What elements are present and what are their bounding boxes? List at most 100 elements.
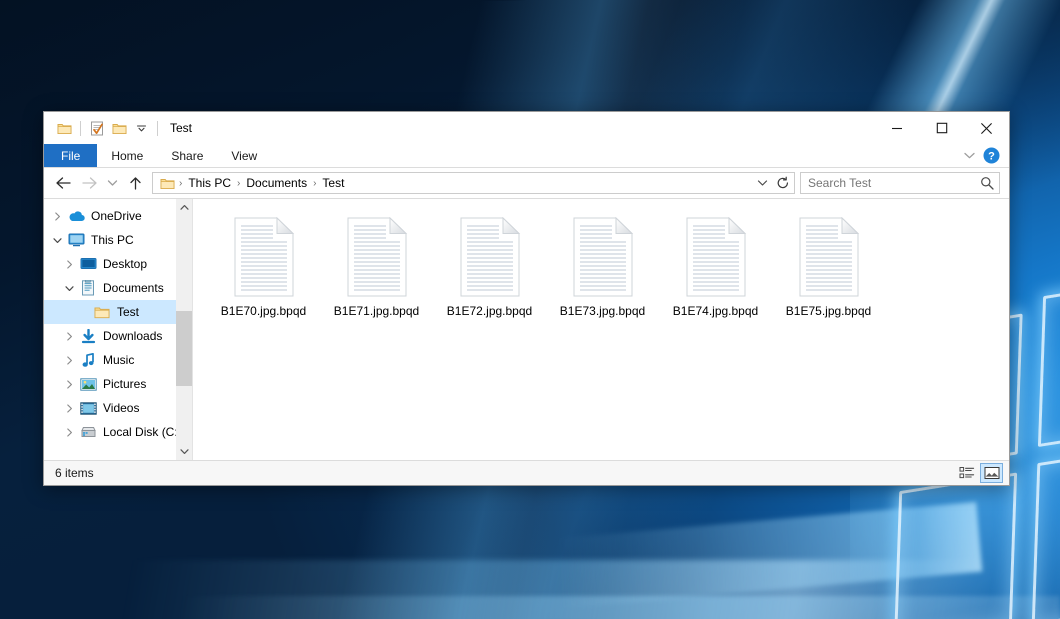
sidebar-item-label: Pictures (103, 377, 146, 391)
scrollbar-track[interactable] (176, 216, 192, 443)
close-button[interactable] (964, 112, 1009, 144)
videos-filmstrip-icon (78, 400, 98, 416)
chevron-right-icon[interactable] (60, 372, 78, 396)
sidebar-item-documents[interactable]: Documents (44, 276, 192, 300)
customize-quick-access-chevron-icon[interactable] (130, 117, 152, 139)
qat-separator-1 (80, 121, 81, 136)
forward-button[interactable] (76, 171, 102, 195)
chevron-right-icon[interactable] (48, 204, 66, 228)
sidebar-item-local-disk-c[interactable]: Local Disk (C:) (44, 420, 192, 444)
explorer-body: OneDrive This PCDesktop Documents Test Downl… (44, 198, 1009, 460)
sidebar-item-label: Documents (103, 281, 164, 295)
sidebar-item-pictures[interactable]: Pictures (44, 372, 192, 396)
address-dropdown-chevron-icon[interactable] (752, 179, 772, 187)
file-item[interactable]: B1E75.jpg.bpqd (772, 213, 885, 333)
scroll-up-arrow-icon[interactable] (176, 199, 192, 216)
onedrive-cloud-icon (66, 208, 86, 224)
breadcrumb-separator[interactable]: › (311, 178, 318, 189)
sidebar-item-label: Videos (103, 401, 139, 415)
chevron-right-icon[interactable] (60, 420, 78, 444)
pictures-icon (78, 376, 98, 392)
maximize-button[interactable] (919, 112, 964, 144)
back-button[interactable] (50, 171, 76, 195)
folder-icon[interactable] (53, 117, 75, 139)
file-name-label: B1E74.jpg.bpqd (673, 304, 758, 318)
expand-ribbon-chevron-icon[interactable] (963, 151, 976, 160)
desktop: Test File Home Share View (0, 0, 1060, 619)
ribbon-right-controls: ? (963, 144, 1009, 167)
properties-icon[interactable] (86, 117, 108, 139)
file-item[interactable]: B1E71.jpg.bpqd (320, 213, 433, 333)
sidebar-item-label: OneDrive (91, 209, 142, 223)
file-item[interactable]: B1E74.jpg.bpqd (659, 213, 772, 333)
qat-separator-2 (157, 121, 158, 136)
file-item[interactable]: B1E72.jpg.bpqd (433, 213, 546, 333)
address-bar[interactable]: › This PC › Documents › Test (152, 172, 795, 194)
recent-locations-chevron-icon[interactable] (102, 171, 122, 195)
generic-document-icon (231, 217, 297, 297)
file-item[interactable]: B1E70.jpg.bpqd (207, 213, 320, 333)
scrollbar-thumb[interactable] (176, 311, 192, 386)
file-item[interactable]: B1E73.jpg.bpqd (546, 213, 659, 333)
address-bar-row: › This PC › Documents › Test (44, 168, 1009, 198)
breadcrumb-separator[interactable]: › (235, 178, 242, 189)
logo-pane-bottom-right (1032, 439, 1060, 619)
sidebar-item-videos[interactable]: Videos (44, 396, 192, 420)
new-folder-icon[interactable] (108, 117, 130, 139)
sidebar-item-onedrive[interactable]: OneDrive (44, 204, 192, 228)
item-count-label: 6 items (55, 466, 94, 480)
this-pc-monitor-icon (66, 232, 86, 248)
generic-document-icon (683, 217, 749, 297)
sidebar-item-test[interactable]: Test (44, 300, 192, 324)
breadcrumb-item-documents[interactable]: Documents (242, 176, 311, 190)
chevron-right-icon[interactable] (60, 396, 78, 420)
navigation-scrollbar[interactable] (176, 199, 192, 460)
sidebar-item-label: Music (103, 353, 134, 367)
file-list-view[interactable]: B1E70.jpg.bpqd B1E71.jpg.bpqd B1E72.jpg.… (193, 199, 1009, 460)
tab-view[interactable]: View (217, 144, 271, 167)
generic-document-icon (457, 217, 523, 297)
navigation-tree: OneDrive This PCDesktop Documents Test Downl… (44, 204, 192, 444)
breadcrumb-folder-icon[interactable] (157, 177, 177, 190)
tab-home[interactable]: Home (97, 144, 157, 167)
ribbon-tab-strip: File Home Share View ? (44, 144, 1009, 168)
search-box[interactable] (800, 172, 1000, 194)
scroll-down-arrow-icon[interactable] (176, 443, 192, 460)
chevron-placeholder (74, 300, 92, 324)
up-button[interactable] (122, 171, 148, 195)
tab-file[interactable]: File (44, 144, 97, 167)
title-bar[interactable]: Test (44, 112, 1009, 144)
sidebar-item-label: Test (117, 305, 139, 319)
minimize-button[interactable] (874, 112, 919, 144)
chevron-right-icon[interactable] (60, 324, 78, 348)
search-icon[interactable] (980, 176, 994, 190)
music-note-icon (78, 352, 98, 368)
breadcrumb-separator[interactable]: › (177, 178, 184, 189)
chevron-down-icon[interactable] (48, 228, 66, 252)
help-icon[interactable]: ? (983, 147, 1000, 164)
sidebar-item-music[interactable]: Music (44, 348, 192, 372)
logo-pane-bottom-left (894, 472, 1017, 619)
sidebar-item-desktop[interactable]: Desktop (44, 252, 192, 276)
breadcrumb-item-this-pc[interactable]: This PC (184, 176, 235, 190)
window-title: Test (170, 121, 192, 135)
hard-drive-icon (78, 424, 98, 440)
chevron-down-icon[interactable] (60, 276, 78, 300)
breadcrumb: › This PC › Documents › Test (157, 176, 752, 190)
chevron-right-icon[interactable] (60, 348, 78, 372)
sidebar-item-this-pc[interactable]: This PC (44, 228, 192, 252)
chevron-right-icon[interactable] (60, 252, 78, 276)
sidebar-item-downloads[interactable]: Downloads (44, 324, 192, 348)
file-name-label: B1E71.jpg.bpqd (334, 304, 419, 318)
breadcrumb-item-test[interactable]: Test (318, 176, 348, 190)
file-name-label: B1E75.jpg.bpqd (786, 304, 871, 318)
search-input[interactable] (808, 176, 980, 190)
refresh-icon[interactable] (772, 176, 794, 190)
large-icons-view-button[interactable] (980, 463, 1003, 483)
tab-share[interactable]: Share (157, 144, 217, 167)
generic-document-icon (344, 217, 410, 297)
desktop-icon (78, 256, 98, 272)
file-name-label: B1E73.jpg.bpqd (560, 304, 645, 318)
documents-icon (78, 280, 98, 296)
details-view-button[interactable] (955, 463, 978, 483)
